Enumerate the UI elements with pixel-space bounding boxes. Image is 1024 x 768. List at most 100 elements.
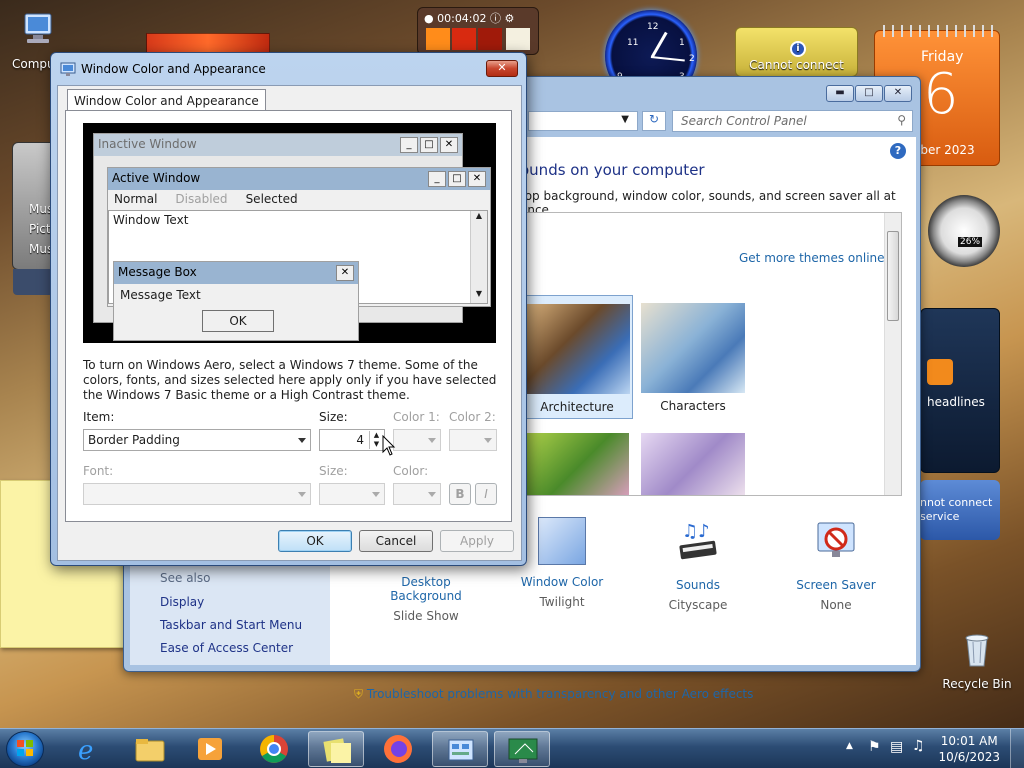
taskbar-control-panel[interactable] xyxy=(432,731,488,767)
theme-label: Architecture xyxy=(540,400,614,414)
cancel-button[interactable]: Cancel xyxy=(359,530,433,552)
feed-headlines-gadget[interactable]: headlines xyxy=(920,308,1000,473)
taskbar-sticky-notes[interactable] xyxy=(308,731,364,767)
weather-gadget[interactable]: i Cannot connect xyxy=(735,27,858,77)
media-player-icon xyxy=(198,738,222,760)
dialog-body: Window Color and Appearance Inactive Win… xyxy=(57,85,522,561)
internet-explorer-icon: e xyxy=(78,736,93,766)
item-select[interactable]: Border Padding xyxy=(83,429,311,451)
font-label: Font: xyxy=(83,464,114,478)
svg-text:♫♪: ♫♪ xyxy=(682,521,710,542)
taskbar-explorer[interactable] xyxy=(122,731,178,767)
show-hidden-icons[interactable]: ▲ xyxy=(846,741,853,751)
screen-saver-icon xyxy=(817,522,855,557)
font-select[interactable] xyxy=(83,483,311,505)
screen-saver-item[interactable]: Screen Saver None xyxy=(774,517,898,612)
chevron-down-icon[interactable]: ▼ xyxy=(621,114,629,125)
volume-icon[interactable]: ♫ xyxy=(912,738,925,754)
color2-label: Color 2: xyxy=(449,410,496,424)
theme-landscapes[interactable] xyxy=(521,425,633,495)
clock-time: 10:01 AM xyxy=(940,734,998,748)
close-icon: ✕ xyxy=(440,137,458,153)
spinner-arrows[interactable]: ▲ ▼ xyxy=(369,431,383,449)
theme-architecture[interactable]: Architecture xyxy=(521,295,633,419)
color1-picker[interactable] xyxy=(393,429,441,451)
minimize-button[interactable]: ▬ xyxy=(826,85,854,102)
window-color-dialog[interactable]: Window Color and Appearance ✕ Window Col… xyxy=(50,52,527,566)
item-sub: Slide Show xyxy=(393,609,459,623)
active-title-bar: Active Window _ □ ✕ xyxy=(108,168,490,190)
chevron-down-icon xyxy=(372,492,380,497)
refresh-icon[interactable]: ↻ xyxy=(642,111,666,131)
message-title-bar: Message Box ✕ xyxy=(114,262,358,284)
ease-of-access-link[interactable]: Ease of Access Center xyxy=(160,641,293,655)
maximize-icon: □ xyxy=(420,137,438,153)
tab-panel: Inactive Window _ □ ✕ Active Window _ □ ✕ No… xyxy=(65,110,512,522)
taskbar-media-player[interactable] xyxy=(182,731,238,767)
maximize-button[interactable]: □ xyxy=(855,85,883,102)
see-also-heading: See also xyxy=(160,571,211,585)
clock-minute-hand xyxy=(650,56,685,62)
close-button[interactable]: ✕ xyxy=(884,85,912,102)
taskbar-ie[interactable]: e xyxy=(62,731,118,767)
theme-list[interactable]: Get more themes online Architecture Char… xyxy=(520,212,902,496)
display-properties-icon xyxy=(60,62,76,76)
feed-label: headlines xyxy=(927,395,985,409)
close-button[interactable]: ✕ xyxy=(486,60,518,77)
clock-hour-hand xyxy=(651,31,668,58)
taskbar: e ▲ ⚑ ▤ ♫ 10:01 AM 10/6/2023 xyxy=(0,728,1024,768)
theme-nature[interactable] xyxy=(637,425,749,495)
color2-picker[interactable] xyxy=(449,429,497,451)
window-text: Window Text xyxy=(113,213,189,227)
italic-button[interactable]: I xyxy=(475,483,497,505)
help-icon[interactable]: ? xyxy=(890,143,906,159)
apply-button[interactable]: Apply xyxy=(440,530,514,552)
taskbar-clock[interactable]: 10:01 AM 10/6/2023 xyxy=(938,733,1000,765)
taskbar-firefox[interactable] xyxy=(370,731,426,767)
font-color-picker[interactable] xyxy=(393,483,441,505)
ok-button[interactable]: OK xyxy=(278,530,352,552)
font-size-select[interactable] xyxy=(319,483,385,505)
start-button[interactable] xyxy=(6,731,44,767)
chevron-down-icon xyxy=(428,438,436,443)
scrollbar-thumb[interactable] xyxy=(887,231,899,321)
weather-status: Cannot connect xyxy=(749,58,844,72)
search-input[interactable]: Search Control Panel ⚲ xyxy=(672,110,913,132)
taskbar-start-menu-link[interactable]: Taskbar and Start Menu xyxy=(160,618,302,632)
display-link[interactable]: Display xyxy=(160,595,204,609)
cpu-meter-gadget[interactable]: 26% xyxy=(928,195,1000,267)
menu-disabled: Disabled xyxy=(175,192,228,206)
calendar-day: 6 xyxy=(923,62,959,127)
chevron-down-icon xyxy=(298,438,306,443)
address-bar[interactable]: ▼ xyxy=(528,111,638,131)
sounds-item[interactable]: ♫♪ Sounds Cityscape xyxy=(636,517,760,612)
show-desktop-button[interactable] xyxy=(1010,729,1024,768)
item-title: Sounds xyxy=(675,578,721,592)
active-title: Active Window xyxy=(112,171,201,185)
clock-date: 10/6/2023 xyxy=(938,750,1000,764)
action-center-icon[interactable]: ⚑ xyxy=(868,739,881,755)
maximize-icon: □ xyxy=(448,171,466,187)
size-label: Size: xyxy=(319,410,348,424)
network-icon[interactable]: ▤ xyxy=(890,739,903,755)
message-title: Message Box xyxy=(118,265,197,279)
service-status: nnot connect service xyxy=(920,496,993,523)
get-more-themes-link[interactable]: Get more themes online xyxy=(739,251,885,265)
taskbar-chrome[interactable] xyxy=(246,731,302,767)
theme-characters[interactable]: Characters xyxy=(637,295,749,419)
bold-button[interactable]: B xyxy=(449,483,471,505)
taskbar-personalization[interactable] xyxy=(494,731,550,767)
search-icon[interactable]: ⚲ xyxy=(897,113,906,127)
theme-list-scrollbar[interactable] xyxy=(884,213,901,495)
size-spinner[interactable]: 4 ▲ ▼ xyxy=(319,429,385,451)
troubleshoot-link[interactable]: ⛨ Troubleshoot problems with transparenc… xyxy=(354,687,753,702)
recycle-bin-desktop-icon[interactable]: Recycle Bin xyxy=(940,630,1014,691)
preview-message-box: Message Box ✕ Message Text OK xyxy=(113,261,359,341)
control-panel-icon xyxy=(448,739,474,761)
chrome-icon xyxy=(260,735,288,763)
cpu-percent: 26% xyxy=(958,237,983,247)
timer-gadget[interactable]: ● 00:04:02 ⓘ ⚙ xyxy=(417,7,539,55)
recycle-bin-label: Recycle Bin xyxy=(942,677,1012,691)
tab-window-color[interactable]: Window Color and Appearance xyxy=(67,89,266,111)
service-gadget[interactable]: nnot connect service xyxy=(920,480,1000,540)
